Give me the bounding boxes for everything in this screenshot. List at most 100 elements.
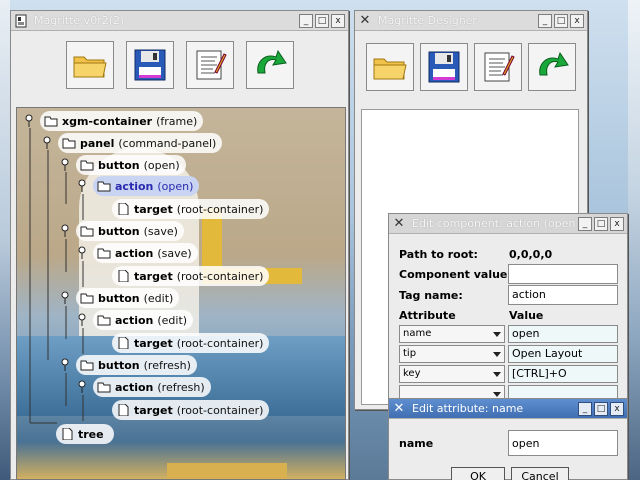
tree-item-tree[interactable]: tree (56, 424, 114, 444)
close-button[interactable]: x (610, 401, 624, 416)
edit-button[interactable] (474, 43, 522, 91)
maximize-button[interactable]: □ (554, 13, 568, 28)
value-column-header: Value (509, 309, 544, 322)
attribute-value-input[interactable]: open (508, 325, 618, 343)
maximize-button[interactable]: □ (594, 216, 608, 231)
tree-item-xgm-container[interactable]: xgm-container (frame) (24, 111, 204, 131)
minimize-button[interactable]: _ (578, 401, 592, 416)
edit-button[interactable] (185, 41, 234, 89)
tree-item-action-open[interactable]: action (open) (77, 176, 200, 196)
tree-item-button-edit[interactable]: button (edit) (60, 288, 180, 308)
attribute-select[interactable]: name (399, 325, 505, 343)
file-icon (118, 337, 129, 349)
tree-node-type: (command-panel) (118, 136, 217, 150)
pin-icon (61, 158, 69, 171)
floppy-save-icon (428, 51, 460, 83)
tree-node: xgm-container (frame) (40, 111, 204, 131)
tree-node-name: action (115, 246, 154, 260)
tree-node-type: (refresh) (157, 380, 205, 394)
close-button[interactable]: x (610, 216, 624, 231)
tree-node-name: tree (78, 427, 104, 441)
folder-icon (97, 181, 111, 192)
cancel-button[interactable]: Cancel (511, 467, 569, 480)
designer-toolbar (355, 31, 587, 99)
tree-item-target-save[interactable]: target (root-container) (112, 266, 270, 286)
component-value-input[interactable] (508, 264, 618, 284)
chevron-down-icon (493, 352, 501, 357)
folder-icon (44, 116, 58, 127)
tree-node-type: (open) (157, 179, 194, 193)
tag-name-label: Tag name: (399, 289, 463, 302)
tree-node-type: (root-container) (176, 336, 264, 350)
tree-node-name: action (115, 179, 154, 193)
x-logo-icon: ✕ (393, 401, 405, 416)
attribute-name-input[interactable]: open (508, 430, 618, 456)
tree-item-action-edit[interactable]: action (edit) (77, 310, 194, 330)
open-button[interactable] (366, 43, 414, 91)
edit-attribute-dialog: ✕ Edit attribute: name _ □ x name open O… (388, 398, 628, 480)
save-button[interactable] (420, 43, 468, 91)
pin-icon (61, 224, 69, 237)
minimize-button[interactable]: _ (538, 13, 552, 28)
refresh-arrow-icon (256, 49, 287, 74)
tree-node: action (edit) (93, 310, 194, 330)
app-icon (14, 14, 28, 28)
maximize-button[interactable]: □ (594, 401, 608, 416)
attribute-select[interactable]: tip (399, 345, 505, 363)
tree-item-action-save[interactable]: action (save) (77, 243, 198, 263)
tree-node: target (root-container) (112, 266, 270, 286)
attribute-select[interactable]: key (399, 365, 505, 383)
tree-item-target-refresh[interactable]: target (root-container) (112, 400, 270, 420)
attribute-value-input[interactable]: [CTRL]+O (508, 365, 618, 383)
pin-icon (61, 358, 69, 371)
tree-item-target-open[interactable]: target (root-container) (112, 199, 270, 219)
tree-node-name: button (98, 358, 140, 372)
attribute-value-input[interactable]: Open Layout (508, 345, 618, 363)
tree-item-button-refresh[interactable]: button (refresh) (60, 355, 197, 375)
minimize-button[interactable]: _ (578, 216, 592, 231)
open-button[interactable] (65, 41, 114, 89)
path-to-root-label: Path to root: (399, 248, 478, 261)
folder-icon (80, 360, 94, 371)
chevron-down-icon (493, 332, 501, 337)
tree-node: tree (56, 424, 114, 444)
main-window-titlebar[interactable]: Magritte v0r2(2) _ □ x (11, 11, 348, 31)
edit-component-titlebar[interactable]: ✕ Edit component: action (open) _ □ x (389, 214, 627, 234)
save-button[interactable] (125, 41, 174, 89)
tree-item-button-save[interactable]: button (save) (60, 221, 184, 241)
pin-icon (78, 179, 86, 192)
tree-node-type: (frame) (156, 114, 198, 128)
ok-button[interactable]: OK (451, 467, 505, 480)
tree-node: action (refresh) (93, 377, 211, 397)
tree-item-target-edit[interactable]: target (root-container) (112, 333, 270, 353)
folder-icon (80, 160, 94, 171)
close-button[interactable]: x (331, 13, 345, 28)
tree-item-panel[interactable]: panel (command-panel) (42, 133, 223, 153)
tree-node-type: (save) (143, 224, 178, 238)
pin-icon (78, 246, 86, 259)
designer-titlebar[interactable]: ✕ Magritte Designer _ □ x (355, 11, 587, 31)
tree-node: target (root-container) (112, 333, 270, 353)
tag-name-input[interactable]: action (508, 285, 618, 305)
refresh-button[interactable] (528, 43, 576, 91)
desktop-background-left (0, 0, 10, 480)
tree-item-button-open[interactable]: button (open) (60, 155, 186, 175)
folder-icon (97, 315, 111, 326)
edit-component-dialog: ✕ Edit component: action (open) _ □ x Pa… (388, 213, 628, 405)
close-button[interactable]: x (570, 13, 584, 28)
tree-node-type: (root-container) (176, 403, 264, 417)
file-icon (118, 404, 129, 416)
tree-node-name: button (98, 158, 140, 172)
tree-node-name: target (134, 269, 173, 283)
tree-item-action-refresh[interactable]: action (refresh) (77, 377, 211, 397)
tree-node-type: (open) (143, 158, 180, 172)
tree-node-type: (refresh) (143, 358, 191, 372)
maximize-button[interactable]: □ (315, 13, 329, 28)
edit-attribute-title: Edit attribute: name (412, 402, 524, 415)
edit-attribute-titlebar[interactable]: ✕ Edit attribute: name _ □ x (389, 399, 627, 419)
refresh-button[interactable] (245, 41, 294, 89)
component-value-label: Component value: (399, 268, 512, 281)
tree-node-name: button (98, 291, 140, 305)
minimize-button[interactable]: _ (299, 13, 313, 28)
tree-node-name: panel (80, 136, 115, 150)
